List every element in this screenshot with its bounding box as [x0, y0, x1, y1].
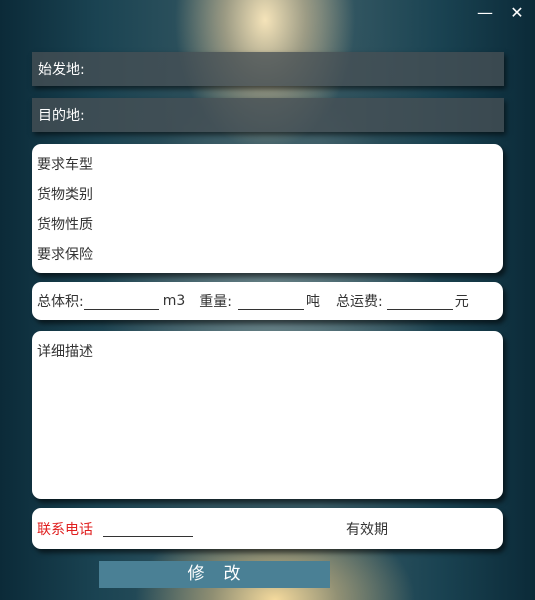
origin-field: 始发地: — [32, 51, 504, 87]
weight-unit: 吨 — [305, 294, 320, 310]
volume-input[interactable] — [83, 293, 159, 310]
weight-input[interactable] — [237, 293, 304, 310]
modify-button[interactable]: 修 改 — [99, 561, 330, 588]
fee-label: 总运费: — [335, 294, 383, 310]
contact-row: 联系电话 有效期 — [32, 508, 503, 549]
minimize-icon[interactable]: — — [475, 4, 495, 22]
description-card[interactable]: 详细描述 — [32, 331, 503, 499]
destination-field: 目的地: — [32, 97, 504, 133]
window-controls: — ✕ — [475, 4, 527, 22]
options-card: 要求车型 货物类别 货物性质 要求保险 — [32, 144, 503, 273]
fee-unit: 元 — [454, 294, 469, 310]
vehicle-type-option[interactable]: 要求车型 — [37, 154, 93, 174]
cargo-category-option[interactable]: 货物类别 — [37, 184, 93, 204]
metrics-card: 总体积: m3 重量: 吨 总运费: 元 — [32, 282, 503, 320]
insurance-option[interactable]: 要求保险 — [37, 244, 93, 264]
origin-label: 始发地: — [38, 62, 85, 78]
validity-label[interactable]: 有效期 — [346, 519, 388, 539]
cargo-nature-option[interactable]: 货物性质 — [37, 214, 93, 234]
contact-card: 联系电话 有效期 — [32, 508, 503, 549]
phone-input[interactable] — [103, 520, 193, 537]
weight-label: 重量: — [199, 294, 232, 310]
phone-label: 联系电话 — [37, 521, 93, 538]
origin-input[interactable] — [84, 51, 504, 87]
close-icon[interactable]: ✕ — [507, 4, 527, 22]
volume-unit: m3 — [162, 293, 186, 309]
destination-label: 目的地: — [38, 108, 85, 124]
volume-label: 总体积: — [37, 294, 84, 310]
fee-input[interactable] — [386, 293, 453, 310]
metrics-row: 总体积: m3 重量: 吨 总运费: 元 — [32, 282, 503, 320]
destination-input[interactable] — [84, 97, 504, 133]
description-placeholder: 详细描述 — [37, 344, 93, 360]
